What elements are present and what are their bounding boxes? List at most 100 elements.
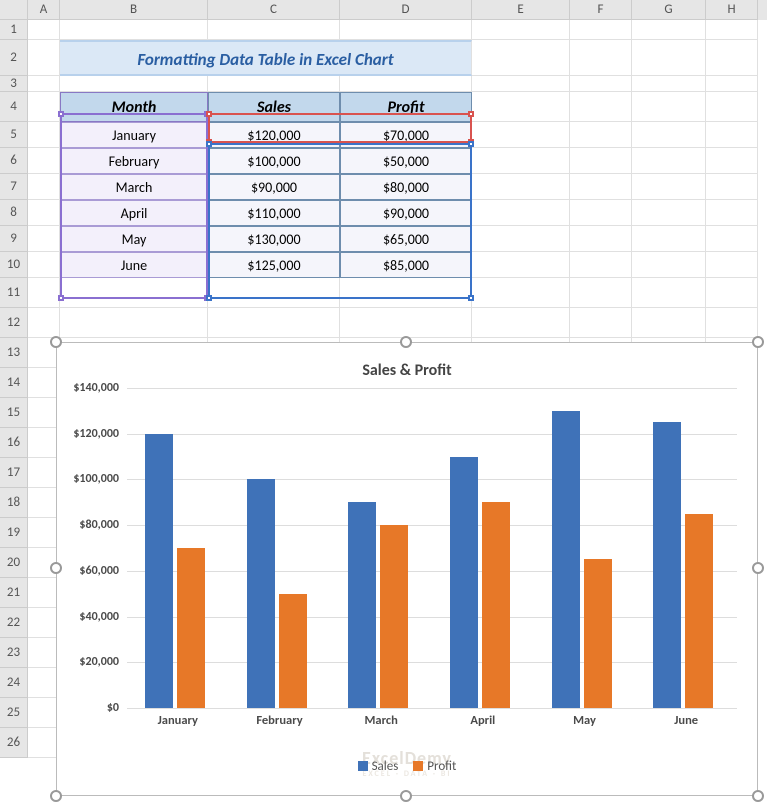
bar-profit[interactable]: [584, 559, 612, 708]
cell-B8[interactable]: April: [60, 200, 208, 226]
cell-H7[interactable]: [706, 174, 758, 200]
cell-H4[interactable]: [706, 92, 758, 122]
cell-C4[interactable]: Sales: [208, 92, 340, 122]
row-header-20[interactable]: 20: [0, 548, 28, 578]
cell-D4[interactable]: Profit: [340, 92, 472, 122]
row-header-2[interactable]: 2: [0, 40, 28, 76]
select-all-corner[interactable]: [0, 0, 28, 20]
cell-E4[interactable]: [472, 92, 570, 122]
cell-B5[interactable]: January: [60, 122, 208, 148]
cell-E7[interactable]: [472, 174, 570, 200]
legend-item-sales[interactable]: Sales: [358, 759, 399, 774]
cell-C8[interactable]: $110,000: [208, 200, 340, 226]
cell-E3[interactable]: [472, 76, 570, 92]
cell-A11[interactable]: [28, 278, 60, 308]
cell-D3[interactable]: [340, 76, 472, 92]
cell-B12[interactable]: [60, 308, 208, 338]
row-header-15[interactable]: 15: [0, 398, 28, 428]
cell-D5[interactable]: $70,000: [340, 122, 472, 148]
chart-resize-handle[interactable]: [752, 562, 764, 574]
column-header-D[interactable]: D: [340, 0, 472, 20]
cell-F2[interactable]: [570, 40, 632, 76]
cell-G4[interactable]: [632, 92, 706, 122]
row-header-5[interactable]: 5: [0, 122, 28, 148]
row-header-14[interactable]: 14: [0, 368, 28, 398]
row-header-4[interactable]: 4: [0, 92, 28, 122]
bar-profit[interactable]: [685, 514, 713, 708]
cell-G3[interactable]: [632, 76, 706, 92]
row-header-18[interactable]: 18: [0, 488, 28, 518]
cell-D9[interactable]: $65,000: [340, 226, 472, 252]
cell-C11[interactable]: [208, 278, 340, 308]
cell-C1[interactable]: [208, 20, 340, 40]
cell-B2[interactable]: Formatting Data Table in Excel Chart: [60, 40, 472, 76]
column-header-G[interactable]: G: [632, 0, 706, 20]
row-header-8[interactable]: 8: [0, 200, 28, 226]
cell-A3[interactable]: [28, 76, 60, 92]
row-header-26[interactable]: 26: [0, 728, 28, 758]
cell-G2[interactable]: [632, 40, 706, 76]
cell-D10[interactable]: $85,000: [340, 252, 472, 278]
cell-F8[interactable]: [570, 200, 632, 226]
column-header-B[interactable]: B: [60, 0, 208, 20]
cell-A6[interactable]: [28, 148, 60, 174]
cell-C9[interactable]: $130,000: [208, 226, 340, 252]
cell-E8[interactable]: [472, 200, 570, 226]
bar-sales[interactable]: [145, 434, 173, 708]
cell-H12[interactable]: [706, 308, 758, 338]
cell-B11[interactable]: [60, 278, 208, 308]
row-header-25[interactable]: 25: [0, 698, 28, 728]
cell-A9[interactable]: [28, 226, 60, 252]
cell-A5[interactable]: [28, 122, 60, 148]
cell-E11[interactable]: [472, 278, 570, 308]
cell-B1[interactable]: [60, 20, 208, 40]
cell-F5[interactable]: [570, 122, 632, 148]
cell-B4[interactable]: Month: [60, 92, 208, 122]
cell-G11[interactable]: [632, 278, 706, 308]
row-header-23[interactable]: 23: [0, 638, 28, 668]
row-header-10[interactable]: 10: [0, 252, 28, 278]
row-header-19[interactable]: 19: [0, 518, 28, 548]
row-header-22[interactable]: 22: [0, 608, 28, 638]
cell-H6[interactable]: [706, 148, 758, 174]
cell-A10[interactable]: [28, 252, 60, 278]
chart-resize-handle[interactable]: [752, 336, 764, 348]
cell-F4[interactable]: [570, 92, 632, 122]
cell-H8[interactable]: [706, 200, 758, 226]
column-header-C[interactable]: C: [208, 0, 340, 20]
cell-C6[interactable]: $100,000: [208, 148, 340, 174]
cell-B7[interactable]: March: [60, 174, 208, 200]
column-header-A[interactable]: A: [28, 0, 60, 20]
cell-G9[interactable]: [632, 226, 706, 252]
cell-G6[interactable]: [632, 148, 706, 174]
cell-A7[interactable]: [28, 174, 60, 200]
cell-D6[interactable]: $50,000: [340, 148, 472, 174]
cell-A8[interactable]: [28, 200, 60, 226]
legend-item-profit[interactable]: Profit: [413, 759, 456, 774]
cell-C10[interactable]: $125,000: [208, 252, 340, 278]
cell-F3[interactable]: [570, 76, 632, 92]
cell-G1[interactable]: [632, 20, 706, 40]
cell-H11[interactable]: [706, 278, 758, 308]
cell-A4[interactable]: [28, 92, 60, 122]
cell-E12[interactable]: [472, 308, 570, 338]
cell-B6[interactable]: February: [60, 148, 208, 174]
row-header-11[interactable]: 11: [0, 278, 28, 308]
bar-sales[interactable]: [247, 479, 275, 708]
bar-profit[interactable]: [482, 502, 510, 708]
bar-sales[interactable]: [552, 411, 580, 708]
row-header-12[interactable]: 12: [0, 308, 28, 338]
cell-D1[interactable]: [340, 20, 472, 40]
cell-H10[interactable]: [706, 252, 758, 278]
cell-F1[interactable]: [570, 20, 632, 40]
cell-F11[interactable]: [570, 278, 632, 308]
bar-sales[interactable]: [348, 502, 376, 708]
bar-sales[interactable]: [450, 457, 478, 708]
cell-D12[interactable]: [340, 308, 472, 338]
bar-profit[interactable]: [380, 525, 408, 708]
row-header-6[interactable]: 6: [0, 148, 28, 174]
legend[interactable]: Sales Profit: [57, 759, 757, 776]
plot-area[interactable]: [127, 388, 737, 708]
cell-G8[interactable]: [632, 200, 706, 226]
chart-object[interactable]: Sales & Profit $0$20,000$40,000$60,000$8…: [56, 342, 758, 796]
